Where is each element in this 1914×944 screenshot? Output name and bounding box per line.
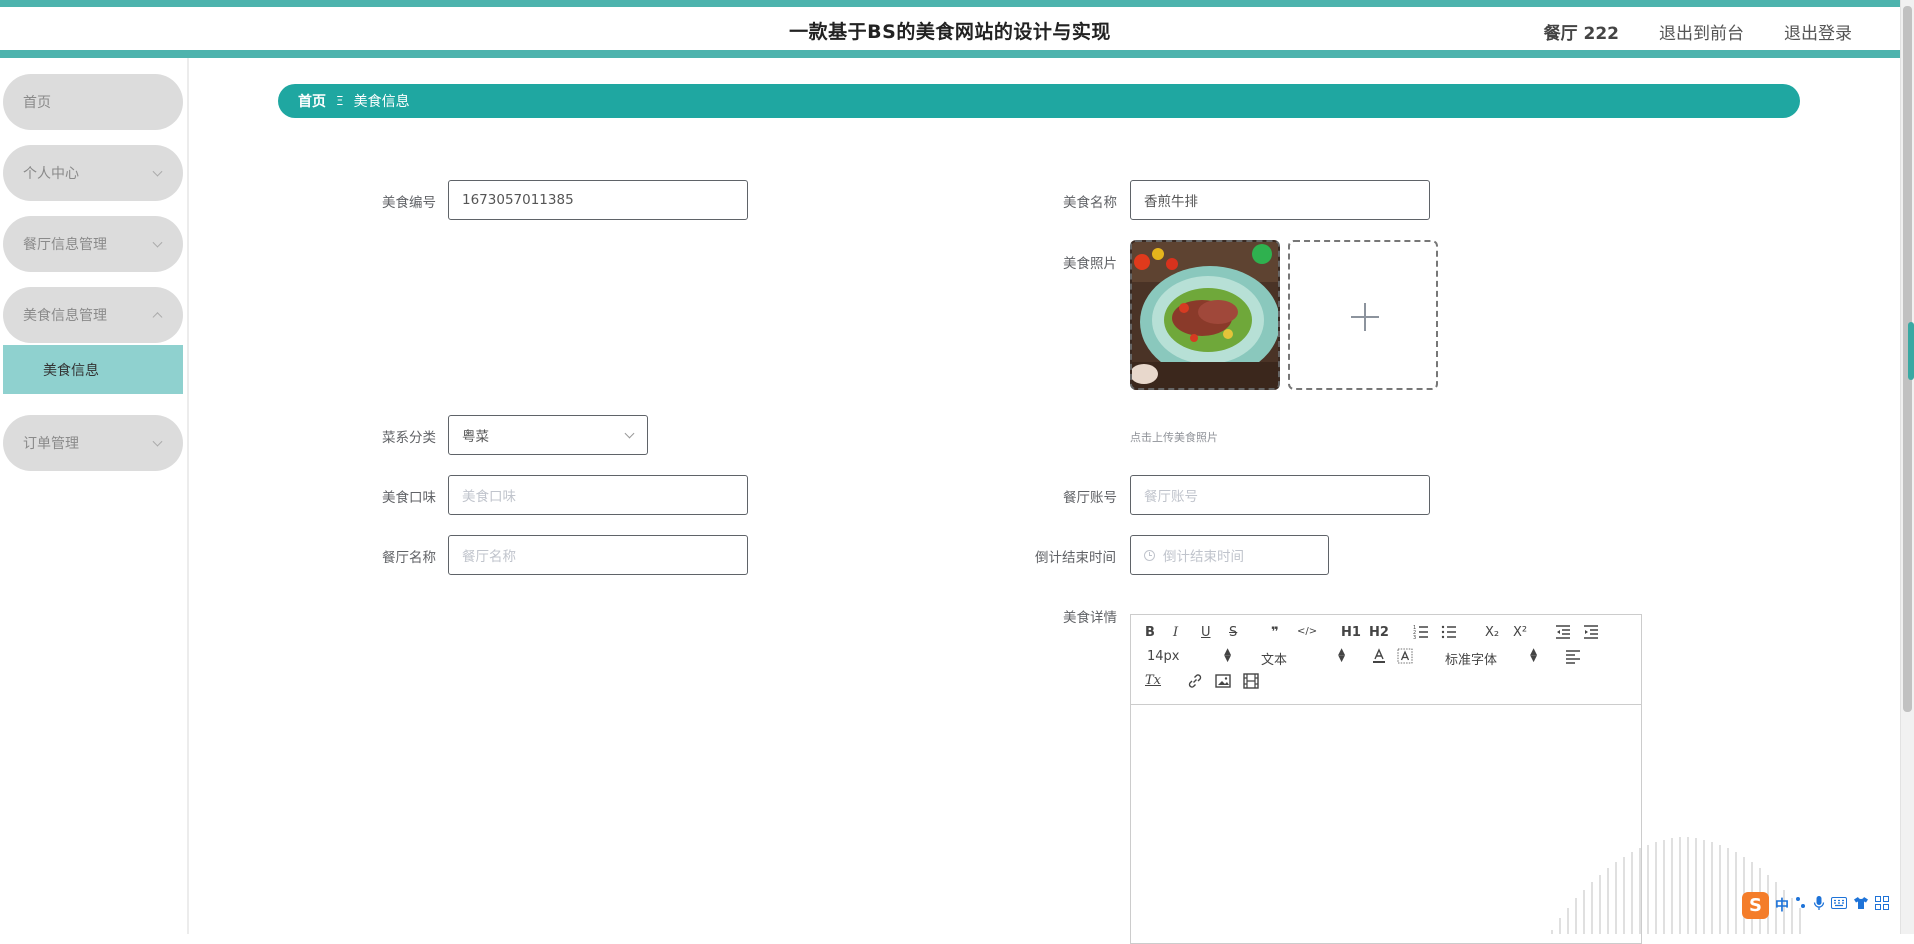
sidebar-item-label: 美食信息 [43, 362, 99, 379]
scrollbar-marker [1908, 322, 1914, 380]
subscript-button[interactable]: X₂ [1485, 625, 1499, 640]
italic-button[interactable]: I [1173, 625, 1178, 640]
underline-button[interactable]: U [1201, 625, 1211, 640]
chevron-up-icon [152, 312, 163, 323]
food-id-label: 美食编号 [382, 195, 436, 211]
sidebar-item-restaurant-management[interactable]: 餐厅信息管理 [3, 216, 183, 272]
logout-link[interactable]: 退出登录 [1784, 19, 1852, 44]
chevron-down-icon [152, 436, 163, 447]
bold-button[interactable]: B [1145, 625, 1155, 640]
chevron-down-icon [152, 237, 163, 248]
blockquote-button[interactable]: ❞ [1271, 625, 1279, 640]
editor-toolbar: B I U S ❞ </> H1 H2 123 X₂ X² 14px ▲ ▼ 文本… [1131, 615, 1641, 705]
code-block-button[interactable]: </> [1297, 626, 1317, 637]
sidebar-item-label: 美食信息管理 [23, 308, 107, 324]
sidebar-item-label: 订单管理 [23, 436, 79, 452]
taste-placeholder: 美食口味 [462, 489, 516, 505]
chevron-down-icon [624, 428, 635, 439]
font-size-value: 14px [1147, 649, 1180, 664]
details-label: 美食详情 [1063, 610, 1117, 626]
breadcrumb-current: 美食信息 [353, 94, 410, 110]
text-style-value: 文本 [1261, 653, 1288, 668]
superscript-button[interactable]: X² [1513, 625, 1527, 640]
restaurant-name-label: 餐厅名称 [382, 550, 436, 566]
font-size-select[interactable]: 14px ▲ ▼ [1147, 647, 1231, 665]
indent-icon[interactable] [1583, 624, 1599, 644]
heading1-button[interactable]: H1 [1341, 625, 1361, 640]
header-top-stripe [0, 0, 1914, 7]
cuisine-label: 菜系分类 [382, 430, 436, 446]
clock-icon [1144, 549, 1155, 561]
breadcrumb-separator-icon: Ξ [336, 94, 344, 108]
updown-arrows-icon: ▲ ▼ [1530, 647, 1537, 664]
countdown-label: 倒计结束时间 [1035, 550, 1116, 566]
steak-salad-image [1132, 242, 1278, 388]
updown-arrows-icon: ▲ ▼ [1338, 647, 1345, 664]
sidebar-item-label: 首页 [23, 95, 51, 111]
restaurant-name-placeholder: 餐厅名称 [462, 549, 516, 565]
restaurant-account-input[interactable]: 餐厅账号 [1130, 475, 1430, 515]
sidebar-item-home[interactable]: 首页 [3, 74, 183, 130]
align-left-icon[interactable] [1565, 648, 1581, 668]
sidebar-item-personal-center[interactable]: 个人中心 [3, 145, 183, 201]
ime-toolbar: S 中 [1742, 890, 1889, 920]
skin-shirt-icon[interactable] [1853, 896, 1869, 914]
food-name-input[interactable]: 香煎牛排 [1130, 180, 1430, 220]
restaurant-account-placeholder: 餐厅账号 [1144, 489, 1198, 505]
strikethrough-button[interactable]: S [1229, 625, 1237, 640]
photo-upload-hint: 点击上传美食照片 [1130, 431, 1218, 444]
keyboard-icon[interactable] [1831, 897, 1847, 913]
food-name-value: 香煎牛排 [1144, 194, 1198, 210]
outdent-icon[interactable] [1555, 624, 1571, 644]
food-id-input[interactable]: 1673057011385 [448, 180, 748, 220]
text-style-select[interactable]: 文本 ▲ ▼ [1261, 647, 1345, 669]
food-name-label: 美食名称 [1063, 195, 1117, 211]
ordered-list-icon[interactable]: 123 [1413, 624, 1429, 644]
back-to-front-link[interactable]: 退出到前台 [1659, 19, 1744, 44]
ime-mode-toggle[interactable]: 中 [1775, 895, 1789, 915]
plus-icon [1351, 303, 1379, 331]
food-photo-thumbnail[interactable] [1130, 240, 1280, 390]
countdown-datetime-input[interactable]: 倒计结束时间 [1130, 535, 1329, 575]
updown-arrows-icon: ▲ ▼ [1224, 647, 1231, 664]
apps-grid-icon[interactable] [1875, 896, 1889, 914]
sidebar-subitem-food-info[interactable]: 美食信息 [3, 345, 183, 394]
sidebar-item-label: 个人中心 [23, 166, 79, 182]
header-actions: 餐厅 222 退出到前台 退出登录 [1544, 19, 1852, 44]
microphone-icon[interactable] [1813, 895, 1825, 915]
sidebar-item-food-management[interactable]: 美食信息管理 [3, 287, 183, 343]
cuisine-select[interactable]: 粤菜 [448, 415, 648, 455]
current-user-label: 餐厅 222 [1543, 24, 1619, 44]
restaurant-account-label: 餐厅账号 [1063, 490, 1117, 506]
sidebar-item-order-management[interactable]: 订单管理 [3, 415, 183, 471]
breadcrumb: 首页 Ξ 美食信息 [278, 84, 1800, 118]
sidebar: 首页 个人中心 餐厅信息管理 美食信息管理 美食信息 订单管理 [0, 58, 189, 934]
font-family-value: 标准字体 [1445, 653, 1498, 668]
video-icon[interactable] [1243, 673, 1259, 693]
photo-label: 美食照片 [1063, 256, 1117, 272]
ime-punctuation-icon[interactable] [1795, 896, 1807, 914]
sidebar-item-label: 餐厅信息管理 [23, 237, 107, 253]
clear-format-button[interactable]: Tx [1145, 673, 1161, 688]
heading2-button[interactable]: H2 [1369, 625, 1389, 640]
restaurant-name-input[interactable]: 餐厅名称 [448, 535, 748, 575]
food-id-value: 1673057011385 [462, 192, 574, 208]
font-color-icon[interactable] [1371, 648, 1387, 668]
photo-upload-button[interactable] [1288, 240, 1438, 390]
countdown-placeholder: 倒计结束时间 [1163, 549, 1244, 565]
svg-text:3: 3 [1413, 635, 1416, 640]
taste-label: 美食口味 [382, 490, 436, 506]
sogou-ime-logo[interactable]: S [1742, 891, 1769, 919]
taste-input[interactable]: 美食口味 [448, 475, 748, 515]
image-icon[interactable] [1215, 673, 1231, 693]
header-bottom-stripe [0, 50, 1900, 58]
bullet-list-icon[interactable] [1441, 624, 1457, 644]
page-scrollbar[interactable] [1900, 0, 1914, 934]
cuisine-value: 粤菜 [462, 429, 489, 445]
chevron-down-icon [152, 166, 163, 177]
background-color-icon[interactable] [1397, 648, 1413, 668]
link-icon[interactable] [1187, 673, 1203, 693]
breadcrumb-home[interactable]: 首页 [298, 91, 326, 111]
font-family-select[interactable]: 标准字体 ▲ ▼ [1445, 647, 1537, 669]
